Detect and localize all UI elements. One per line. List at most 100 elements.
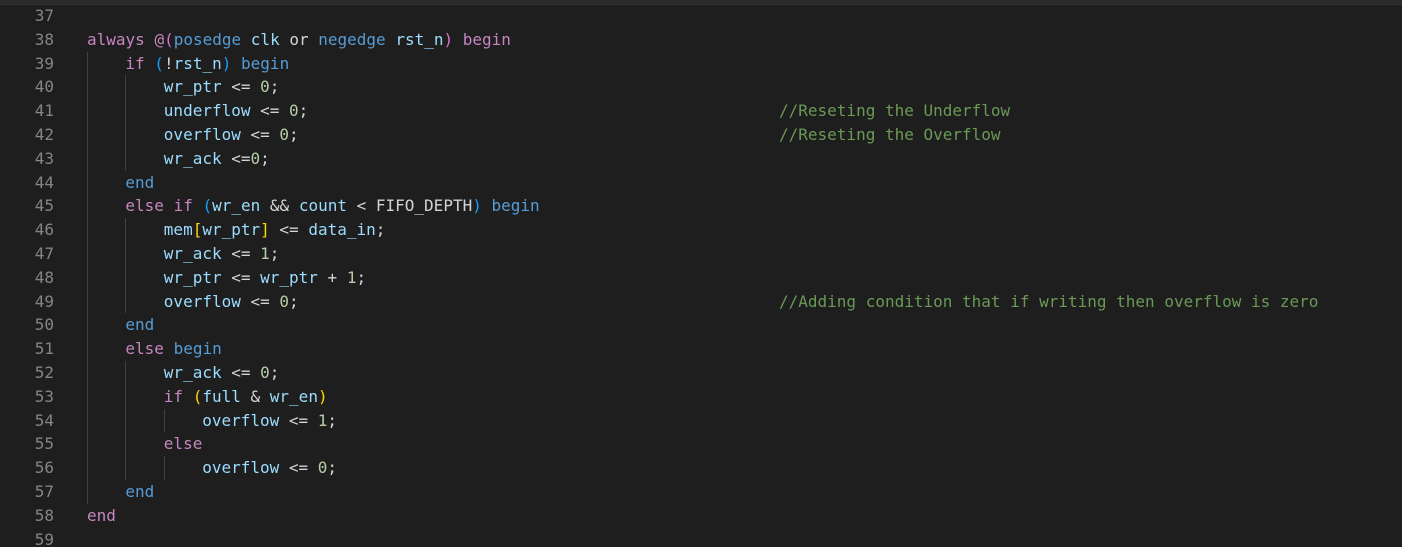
code-token: negedge (318, 29, 386, 49)
code-token: data_in (308, 220, 376, 240)
code-comment: //Reseting the Overflow (779, 124, 1001, 144)
code-line[interactable]: always @(posedge clk or negedge rst_n) b… (87, 28, 1387, 52)
code-line[interactable]: wr_ack <=0; (87, 146, 1387, 171)
code-line[interactable]: overflow <= 0; //Adding condition that if… (87, 289, 1387, 314)
indent-guide (87, 170, 88, 195)
code-token: ; (269, 362, 280, 382)
line-number: 53 (34, 386, 54, 406)
code-content: wr_ptr <= 0; (164, 75, 280, 99)
code-line[interactable]: wr_ack <= 1; (87, 241, 1387, 266)
indent-guide (163, 456, 165, 480)
code-line[interactable]: mem[wr_ptr] <= data_in; (87, 218, 1387, 242)
code-line[interactable]: if (!rst_n) begin (87, 51, 1387, 76)
code-line[interactable]: if (full & wr_en) (87, 384, 1387, 409)
code-content: end (125, 480, 154, 504)
code-token: <= (279, 458, 318, 478)
code-token: ! (163, 53, 174, 73)
code-content: overflow <= 0; (202, 456, 337, 480)
indent-guide (125, 122, 127, 147)
code-line[interactable] (87, 528, 1387, 547)
code-token: overflow (163, 124, 241, 144)
code-token: ; (289, 291, 299, 311)
code-line[interactable]: wr_ptr <= 0; (87, 75, 1387, 100)
code-token: 0 (260, 362, 270, 382)
code-line[interactable]: end (87, 479, 1387, 504)
code-content: if (!rst_n) begin (125, 52, 289, 76)
code-token: 0 (279, 124, 290, 144)
code-token: ) (221, 53, 232, 73)
line-number-gutter: 37 38 39 40 41 42 43 44 45 46 47 48 49 50 51 52 53 54 55 56… (0, 4, 60, 547)
indent-guide (125, 360, 127, 385)
code-line[interactable]: end (87, 170, 1387, 195)
code-line[interactable]: underflow <= 0; //Reseting the Underflow (87, 99, 1387, 123)
indent-guide (87, 218, 88, 242)
code-line[interactable]: else (87, 432, 1387, 457)
line-number: 47 (34, 243, 54, 263)
code-token: ; (327, 458, 338, 478)
code-content: else if (wr_en && count < FIFO_DEPTH) be… (125, 194, 539, 218)
code-line[interactable]: wr_ack <= 0; (87, 360, 1387, 385)
code-token: 0 (289, 101, 299, 121)
code-token: end (125, 172, 155, 192)
code-line[interactable]: overflow <= 0; //Reseting the Overflow (87, 122, 1387, 147)
code-token: wr_ptr (260, 267, 318, 287)
code-editor[interactable]: 37 38 39 40 41 42 43 44 45 46 47 48 49 50 51 52 53 54 55 56… (0, 0, 1402, 547)
indent-guide (87, 75, 88, 100)
code-token: <= (269, 220, 309, 240)
code-token: wr_ack (163, 243, 222, 263)
code-token: ; (269, 243, 280, 263)
code-token: wr_ptr (202, 220, 261, 240)
code-token: <= (250, 101, 290, 121)
code-content: end (125, 171, 154, 195)
code-line[interactable]: end (87, 313, 1387, 338)
code-token: <= (221, 77, 261, 97)
code-token: + (317, 267, 347, 287)
line-number: 52 (34, 362, 54, 382)
code-content: end (125, 313, 154, 337)
code-token: if (163, 386, 184, 406)
code-line[interactable]: overflow <= 1; (87, 408, 1387, 433)
code-line[interactable] (87, 4, 1387, 28)
code-token: ) (317, 386, 328, 406)
line-number: 39 (34, 53, 54, 73)
code-line[interactable]: wr_ptr <= wr_ptr + 1; (87, 265, 1387, 290)
line-number: 38 (34, 29, 54, 49)
code-token: rst_n (395, 29, 444, 49)
code-token: ( (154, 53, 164, 73)
line-number: 46 (34, 220, 54, 240)
code-token: ( (164, 29, 174, 49)
code-comment: //Adding condition that if writing then … (779, 291, 1319, 311)
code-token: else (163, 434, 203, 454)
code-token: ( (202, 196, 213, 216)
line-number: 59 (34, 529, 54, 547)
indent-guide (87, 99, 88, 123)
line-number: 45 (34, 196, 54, 216)
code-token: mem (163, 220, 193, 240)
code-token: wr_ack (163, 362, 222, 382)
code-token: underflow (163, 101, 251, 121)
code-line[interactable]: else if (wr_en && count < FIFO_DEPTH) be… (87, 194, 1387, 219)
indent-guide (125, 432, 127, 457)
code-area[interactable]: always @(posedge clk or negedge rst_n) b… (87, 4, 1387, 547)
indent-guide (87, 241, 88, 266)
code-line[interactable]: overflow <= 0; (87, 456, 1387, 480)
code-token: rst_n (173, 53, 222, 73)
code-line[interactable]: end (87, 504, 1387, 528)
code-token: begin (462, 29, 511, 49)
code-token: 0 (279, 291, 290, 311)
code-line[interactable]: else begin (87, 337, 1387, 361)
code-token: overflow (202, 410, 280, 430)
code-token: 1 (317, 410, 328, 430)
code-token: wr_ack (163, 148, 222, 168)
line-number: 42 (34, 124, 54, 144)
code-token: ; (356, 267, 367, 287)
code-token: ; (269, 77, 280, 97)
line-number: 37 (34, 6, 54, 25)
code-token: <= (221, 362, 261, 382)
code-token: clk (250, 29, 280, 49)
